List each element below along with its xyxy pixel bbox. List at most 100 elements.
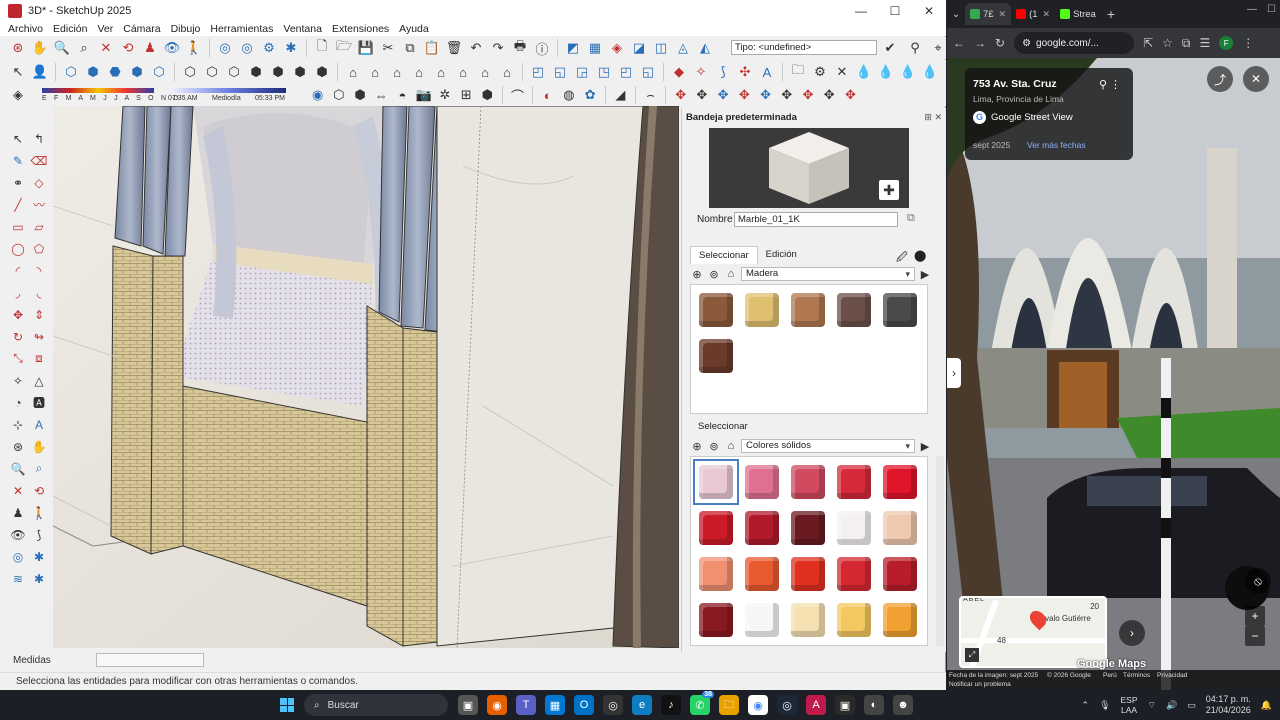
open-file-icon[interactable]: 🗁 (334, 38, 354, 58)
menu-ver[interactable]: Ver (97, 23, 113, 35)
next-arrow-icon[interactable]: › (1119, 620, 1145, 646)
tab-maps[interactable]: 7£ ✕ (964, 3, 1012, 25)
pan-2-icon[interactable]: ✋ (29, 436, 49, 457)
house-5-icon[interactable]: ⌂ (431, 62, 451, 82)
flip-edge-icon[interactable]: ◭ (695, 38, 715, 58)
language-indicator[interactable]: ESP LAA (1121, 695, 1138, 715)
zoom-2-icon[interactable]: 🔍 (8, 458, 28, 479)
look-around-2-icon[interactable]: 👁 (8, 524, 28, 545)
house-8-icon[interactable]: ⌂ (497, 62, 517, 82)
material-swatch[interactable] (787, 553, 829, 595)
maximize-button[interactable]: ☐ (878, 0, 912, 22)
3d-viewport[interactable] (53, 106, 679, 648)
sandbox-from-scratch-icon[interactable]: ▦ (585, 38, 605, 58)
tray-pin-close[interactable]: ⊞ ✕ (924, 112, 942, 123)
zoom-window-icon[interactable]: ⌕ (74, 38, 94, 58)
teams-icon[interactable]: T (516, 695, 536, 715)
shaded-textures-icon[interactable]: ⬢ (290, 62, 310, 82)
reload-icon[interactable]: ↻ (995, 36, 1005, 50)
outliner-icon[interactable]: ✱ (29, 568, 49, 589)
steam-icon[interactable]: ◎ (603, 695, 623, 715)
subtract-icon[interactable]: ◳ (594, 62, 614, 82)
erase-icon[interactable]: 🗑 (444, 38, 464, 58)
tab-edit[interactable]: Edición (758, 246, 805, 264)
close-tab-icon[interactable]: ✕ (1043, 9, 1051, 20)
add-detail-icon[interactable]: ◬ (673, 38, 693, 58)
add-icon[interactable]: ⊕ (690, 268, 704, 281)
offset-icon[interactable]: ⧈ (29, 348, 49, 369)
battery-icon[interactable]: ▭ (1187, 700, 1196, 711)
tab-kick[interactable]: Strea (1055, 3, 1101, 25)
shell-icon[interactable]: ◐ (538, 85, 557, 105)
arc-icon[interactable]: ◜ (8, 260, 28, 281)
details-arrow-2-icon[interactable]: ▶ (918, 440, 932, 453)
library-select-top[interactable]: Madera (741, 267, 915, 281)
material-swatch[interactable] (741, 507, 783, 549)
print-icon[interactable]: 🖶 (510, 38, 530, 58)
tag-icon[interactable]: ⚭ (8, 172, 28, 193)
forward-icon[interactable]: → (974, 36, 986, 50)
axes-icon[interactable]: ⊹ (8, 414, 28, 435)
whatsapp-icon[interactable]: ✆ 38 (690, 691, 714, 715)
menu-camara[interactable]: Cámara (123, 23, 160, 35)
select-arrow-icon[interactable]: ↖ (8, 128, 28, 149)
paint-bucket-icon[interactable]: 💧 (920, 62, 940, 82)
move-icon[interactable]: ✥ (8, 304, 28, 325)
smoove-icon[interactable]: ◈ (607, 38, 627, 58)
sketchup-taskbar-icon[interactable]: ▣ (835, 695, 855, 715)
share-icon[interactable]: ⤴ (1207, 66, 1233, 92)
3d-text-icon[interactable]: A (29, 414, 49, 435)
back-view-icon[interactable]: ⬡ (149, 62, 169, 82)
lasso-icon[interactable]: ↰ (29, 128, 49, 149)
select-tool-icon[interactable]: ↖ (8, 62, 28, 82)
edge-icon[interactable]: e (632, 695, 652, 715)
dome-icon[interactable]: ◓ (393, 85, 412, 105)
sandbox-from-contours-icon[interactable]: ◩ (563, 38, 583, 58)
section-plane-icon[interactable]: ◆ (669, 62, 689, 82)
push-pull-icon[interactable]: ⇕ (29, 304, 49, 325)
fredo-s-icon[interactable]: ✥ (756, 85, 775, 105)
street-view[interactable]: 753 Av. Sta. Cruz Lima, Provincia de Lim… (947, 58, 1280, 690)
tape-icon[interactable]: ⟡ (8, 370, 28, 391)
position-camera-icon[interactable]: ♟ (140, 38, 160, 58)
privacy-link[interactable]: Privacidad (1157, 672, 1187, 679)
paint-icon[interactable]: ✎ (8, 150, 28, 171)
fredo-t-icon[interactable]: ✥ (798, 85, 817, 105)
model-icon[interactable]: ⊚ (707, 268, 721, 281)
walk-icon[interactable]: 🚶 (184, 38, 204, 58)
zoom-extents-icon[interactable]: ✕ (96, 38, 116, 58)
rotate-icon[interactable]: ↻ (8, 326, 28, 347)
user-icon[interactable]: 👤 (30, 62, 50, 82)
menu-ventana[interactable]: Ventana (283, 23, 322, 35)
material-swatch[interactable] (879, 289, 921, 331)
layers-2-icon[interactable]: ≋ (8, 568, 28, 589)
duplicate-icon[interactable]: ⧉ (907, 212, 915, 225)
drop-1-icon[interactable]: 💧 (854, 62, 874, 82)
text-style-icon[interactable]: A (757, 62, 777, 82)
fredo-x-icon[interactable]: ✥ (820, 85, 839, 105)
back-icon[interactable]: ← (953, 36, 965, 50)
component-share-icon[interactable]: ✱ (281, 38, 301, 58)
side-panel-toggle-icon[interactable]: › (947, 358, 961, 388)
section-2-icon[interactable]: ⟆ (29, 524, 49, 545)
menu-archivo[interactable]: Archivo (8, 23, 43, 35)
house-3-icon[interactable]: ⌂ (387, 62, 407, 82)
material-swatch[interactable] (833, 461, 875, 503)
style-icon[interactable]: ◉ (308, 85, 327, 105)
cube-icon[interactable]: ⬢ (478, 85, 497, 105)
trim-icon[interactable]: ◰ (616, 62, 636, 82)
erase-2-icon[interactable]: ◇ (29, 172, 49, 193)
zoom-icon[interactable]: 🔍 (52, 38, 72, 58)
cut-icon[interactable]: ✂ (378, 38, 398, 58)
home-icon[interactable]: ⌂ (724, 268, 738, 280)
layer-icon[interactable]: ⊞ (457, 85, 476, 105)
material-swatch[interactable] (741, 599, 783, 641)
folder-icon[interactable]: 🗀 (788, 62, 808, 82)
rotate-view-icon[interactable]: ⦸ (1245, 568, 1271, 594)
drop-2-icon[interactable]: 💧 (876, 62, 896, 82)
tab-menu[interactable]: ⌄ (947, 3, 965, 25)
tab-select-2[interactable]: Seleccionar (690, 418, 756, 436)
split-icon[interactable]: ◱ (638, 62, 658, 82)
github-icon[interactable]: ◐ (864, 695, 884, 715)
location-icon[interactable]: ⌖ (928, 38, 948, 58)
